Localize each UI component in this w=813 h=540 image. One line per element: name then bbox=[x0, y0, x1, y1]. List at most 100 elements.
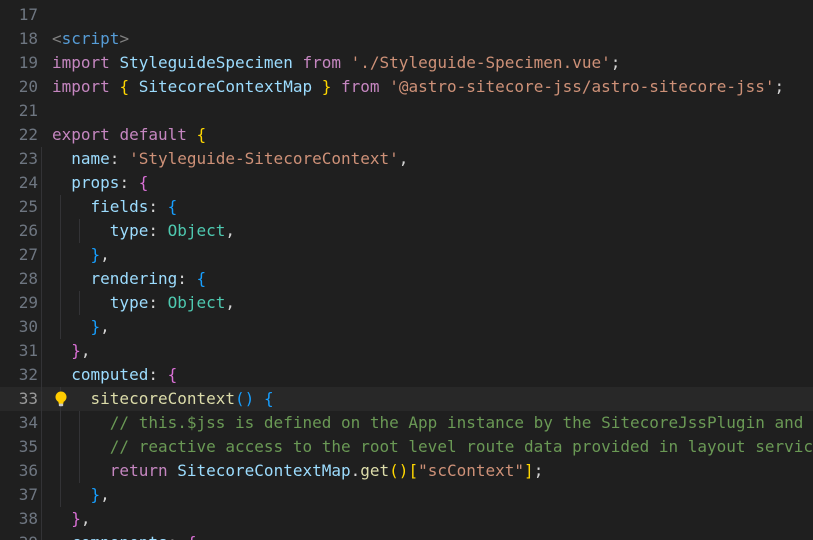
line-number[interactable]: 37 bbox=[0, 483, 38, 507]
token-pln bbox=[341, 53, 351, 72]
line-number[interactable]: 18 bbox=[0, 27, 38, 51]
code-text: // this.$jss is defined on the App insta… bbox=[52, 411, 813, 435]
token-pln: : bbox=[148, 221, 168, 240]
token-b1: [ bbox=[408, 461, 419, 480]
indent-guide bbox=[41, 387, 42, 411]
indent-guide bbox=[41, 339, 42, 363]
line-number[interactable]: 39 bbox=[0, 531, 38, 540]
token-kw: default bbox=[119, 125, 187, 144]
line-number[interactable]: 26 bbox=[0, 219, 38, 243]
code-text: }, bbox=[52, 315, 110, 339]
code-line[interactable]: 19 import StyleguideSpecimen from './Styl… bbox=[0, 51, 813, 75]
code-text: }, bbox=[52, 483, 110, 507]
code-line[interactable]: 32 computed: { bbox=[0, 363, 813, 387]
code-line[interactable]: 37 }, bbox=[0, 483, 813, 507]
token-ang: < bbox=[52, 29, 62, 48]
token-fn: sitecoreContext bbox=[90, 389, 236, 408]
line-number[interactable]: 33 bbox=[0, 387, 38, 411]
token-pln bbox=[52, 245, 91, 264]
code-line[interactable]: 36 return SitecoreContextMap.get()["scCo… bbox=[0, 459, 813, 483]
line-number[interactable]: 28 bbox=[0, 267, 38, 291]
token-str: './Styleguide-Specimen.vue' bbox=[350, 53, 611, 72]
code-line[interactable]: 33 sitecoreContext() { bbox=[0, 387, 813, 411]
code-line[interactable]: 28 rendering: { bbox=[0, 267, 813, 291]
token-pln bbox=[110, 125, 120, 144]
code-editor[interactable]: 16</template>1718<script>19import Styleg… bbox=[0, 0, 813, 540]
indent-guide bbox=[41, 483, 42, 507]
code-line[interactable]: 20 import { SitecoreContextMap } from '@a… bbox=[0, 75, 813, 99]
code-line[interactable]: 29 type: Object, bbox=[0, 291, 813, 315]
token-pln: , bbox=[80, 341, 91, 360]
code-line[interactable]: 31 }, bbox=[0, 339, 813, 363]
line-number[interactable]: 22 bbox=[0, 123, 38, 147]
line-number[interactable]: 34 bbox=[0, 411, 38, 435]
token-pln bbox=[52, 461, 110, 480]
token-var: rendering bbox=[90, 269, 178, 288]
token-pln: : bbox=[119, 173, 139, 192]
line-number[interactable]: 27 bbox=[0, 243, 38, 267]
token-pln: : bbox=[168, 533, 187, 540]
code-line[interactable]: 30 }, bbox=[0, 315, 813, 339]
line-number[interactable]: 36 bbox=[0, 459, 38, 483]
token-kw: export bbox=[52, 125, 110, 144]
code-line[interactable]: 26 type: Object, bbox=[0, 219, 813, 243]
token-b2: { bbox=[167, 365, 178, 384]
code-text: props: { bbox=[52, 171, 148, 195]
code-text: type: Object, bbox=[52, 219, 235, 243]
line-number[interactable]: 30 bbox=[0, 315, 38, 339]
lightbulb-icon[interactable] bbox=[52, 390, 70, 408]
line-number[interactable]: 35 bbox=[0, 435, 38, 459]
token-pln bbox=[110, 53, 120, 72]
token-var: type bbox=[109, 293, 149, 312]
token-com: // reactive access to the root level rou… bbox=[109, 437, 813, 456]
token-pln bbox=[52, 365, 71, 384]
code-line[interactable]: 34 // this.$jss is defined on the App in… bbox=[0, 411, 813, 435]
code-text: </template> bbox=[52, 0, 158, 3]
code-text: }, bbox=[52, 243, 110, 267]
token-b3: { bbox=[263, 389, 274, 408]
code-line[interactable]: 23 name: 'Styleguide-SitecoreContext', bbox=[0, 147, 813, 171]
code-line[interactable]: 38 }, bbox=[0, 507, 813, 531]
line-number[interactable]: 24 bbox=[0, 171, 38, 195]
token-pln bbox=[129, 77, 139, 96]
token-pln: , bbox=[225, 293, 236, 312]
code-lines: 16</template>1718<script>19import Styleg… bbox=[0, 0, 813, 540]
token-pln: ; bbox=[533, 461, 544, 480]
token-pln: : bbox=[148, 197, 168, 216]
line-number[interactable]: 21 bbox=[0, 99, 38, 123]
indent-guide bbox=[41, 147, 42, 171]
line-number[interactable]: 38 bbox=[0, 507, 38, 531]
line-number[interactable]: 17 bbox=[0, 3, 38, 27]
indent-guide bbox=[41, 267, 42, 291]
code-text: sitecoreContext() { bbox=[52, 387, 274, 411]
code-line[interactable]: 22 export default { bbox=[0, 123, 813, 147]
token-var: StyleguideSpecimen bbox=[119, 53, 293, 72]
line-number[interactable]: 20 bbox=[0, 75, 38, 99]
code-line[interactable]: 17 bbox=[0, 3, 813, 27]
line-number[interactable]: 32 bbox=[0, 363, 38, 387]
line-number[interactable]: 31 bbox=[0, 339, 38, 363]
line-number[interactable]: 23 bbox=[0, 147, 38, 171]
indent-guide bbox=[41, 195, 42, 219]
code-line[interactable]: 39 components: { bbox=[0, 531, 813, 540]
code-line[interactable]: 25 fields: { bbox=[0, 195, 813, 219]
line-number[interactable]: 19 bbox=[0, 51, 38, 75]
code-line[interactable]: 18 <script> bbox=[0, 27, 813, 51]
token-b2: } bbox=[71, 341, 81, 360]
indent-guide bbox=[41, 411, 42, 435]
code-line[interactable]: 35 // reactive access to the root level … bbox=[0, 435, 813, 459]
code-text: export default { bbox=[52, 123, 206, 147]
line-number[interactable]: 25 bbox=[0, 195, 38, 219]
line-number[interactable]: 29 bbox=[0, 291, 38, 315]
token-b3: } bbox=[90, 485, 101, 504]
code-line[interactable]: 24 props: { bbox=[0, 171, 813, 195]
token-b1: ] bbox=[524, 461, 534, 480]
token-pln bbox=[187, 125, 197, 144]
code-text: computed: { bbox=[52, 363, 177, 387]
code-line[interactable]: 27 }, bbox=[0, 243, 813, 267]
token-pln: : bbox=[148, 365, 168, 384]
token-kw: from bbox=[302, 53, 341, 72]
token-var: computed bbox=[71, 365, 149, 384]
indent-guide bbox=[41, 291, 42, 315]
code-line[interactable]: 21 bbox=[0, 99, 813, 123]
